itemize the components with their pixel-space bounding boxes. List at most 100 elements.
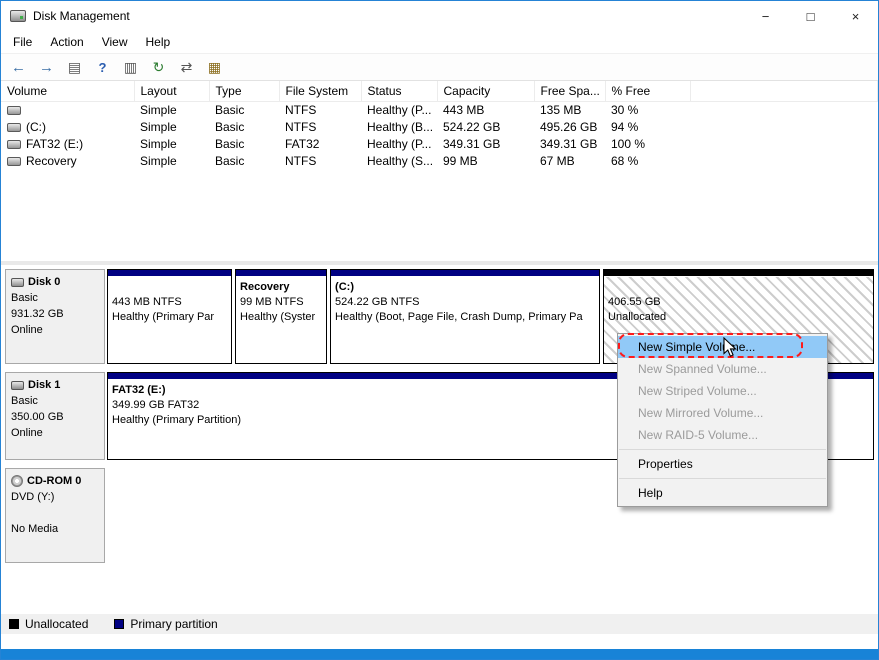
column-header-volume[interactable]: Volume xyxy=(1,81,135,102)
forward-icon[interactable]: → xyxy=(36,57,57,78)
rescan-disks-icon[interactable]: ⇄ xyxy=(176,57,197,78)
cell-type: Basic xyxy=(215,136,245,151)
partition-recovery[interactable]: Recovery 99 MB NTFS Healthy (Syster xyxy=(235,269,328,364)
volume-row[interactable]: FAT32 (E:) Simple Basic FAT32 Healthy (P… xyxy=(1,135,878,152)
unallocated-swatch xyxy=(9,619,19,629)
refresh-icon[interactable]: ↻ xyxy=(148,57,169,78)
menu-item-properties[interactable]: Properties xyxy=(618,453,827,475)
minimize-button[interactable]: − xyxy=(743,1,788,31)
menu-file[interactable]: File xyxy=(4,33,41,51)
disk-status: Online xyxy=(11,324,43,336)
cell-capacity: 524.22 GB xyxy=(443,119,501,134)
cell-status: Healthy (P... xyxy=(367,102,432,117)
partition-443mb[interactable]: 443 MB NTFS Healthy (Primary Par xyxy=(107,269,233,364)
cell-free-space: 349.31 GB xyxy=(540,136,598,151)
menu-item-new-mirrored-volume: New Mirrored Volume... xyxy=(638,406,764,420)
disk-type: Basic xyxy=(11,292,38,304)
cell-free-space: 67 MB xyxy=(540,153,575,168)
cell-type: Basic xyxy=(215,119,245,134)
menu-item-new-raid5-volume: New RAID-5 Volume... xyxy=(638,428,759,442)
help-icon[interactable]: ? xyxy=(92,57,113,78)
bottom-spacer xyxy=(1,634,878,649)
volume-drive-icon xyxy=(7,122,21,132)
cell-status: Healthy (P... xyxy=(367,136,432,151)
cell-capacity: 99 MB xyxy=(443,153,478,168)
cd-drive-letter: DVD (Y:) xyxy=(11,491,55,503)
volume-row[interactable]: Recovery Simple Basic NTFS Healthy (S...… xyxy=(1,152,878,169)
partition-color-bar xyxy=(604,270,873,277)
partition-color-bar xyxy=(236,270,327,277)
cell-file-system: NTFS xyxy=(285,119,317,134)
cell-status: Healthy (S... xyxy=(367,153,434,168)
cell-volume: (C:) xyxy=(1,118,134,135)
window-title: Disk Management xyxy=(33,9,130,23)
cell-file-system: NTFS xyxy=(285,102,317,117)
column-header-file-system[interactable]: File System xyxy=(279,81,362,102)
primary-partition-swatch xyxy=(114,619,125,629)
menu-item-new-spanned-volume: New Spanned Volume... xyxy=(638,362,767,376)
legend-bar: Unallocated Primary partition xyxy=(1,614,878,634)
cd-media-status: No Media xyxy=(11,523,59,535)
show-action-pane-icon[interactable]: ▥ xyxy=(120,57,141,78)
menu-separator xyxy=(619,478,826,479)
disk-size: 931.32 GB xyxy=(11,308,64,320)
menu-item-new-simple-volume[interactable]: New Simple Volume... xyxy=(618,336,827,358)
volume-list-pane: Volume Layout Type File System Status Ca… xyxy=(1,81,878,261)
menu-view[interactable]: View xyxy=(93,33,137,51)
cd-rom-0-panel[interactable]: CD-ROM 0 DVD (Y:) No Media xyxy=(5,468,105,563)
cell-pct-free: 68 % xyxy=(611,153,639,168)
cell-layout: Simple xyxy=(140,136,177,151)
partition-color-bar xyxy=(108,270,232,277)
menu-action[interactable]: Action xyxy=(41,33,92,51)
column-header-pct-free[interactable]: % Free xyxy=(605,81,691,102)
disk-1-panel[interactable]: Disk 1 Basic 350.00 GB Online xyxy=(5,372,105,460)
cell-pct-free: 100 % xyxy=(611,136,646,151)
back-icon[interactable]: ← xyxy=(8,57,29,78)
window-bottom-border xyxy=(1,649,878,659)
menu-bar: File Action View Help xyxy=(1,31,878,53)
column-header-capacity[interactable]: Capacity xyxy=(437,81,535,102)
volume-row[interactable]: Simple Basic NTFS Healthy (P... 443 MB 1… xyxy=(1,101,878,118)
menu-help[interactable]: Help xyxy=(137,33,180,51)
cell-status: Healthy (B... xyxy=(367,119,434,134)
cell-volume: FAT32 (E:) xyxy=(1,135,134,152)
column-header-free-space[interactable]: Free Spa... xyxy=(534,81,606,102)
cell-capacity: 349.31 GB xyxy=(443,136,501,151)
cell-free-space: 495.26 GB xyxy=(540,119,598,134)
legend-primary-partition: Primary partition xyxy=(114,617,218,631)
title-bar: Disk Management − □ × xyxy=(1,1,878,31)
cell-type: Basic xyxy=(215,153,245,168)
export-list-icon[interactable]: ▦ xyxy=(204,57,225,78)
cell-file-system: NTFS xyxy=(285,153,317,168)
menu-separator xyxy=(619,449,826,450)
context-menu: New Simple Volume... New Spanned Volume.… xyxy=(617,333,828,507)
toolbar: ← → ▤ ? ▥ ↻ ⇄ ▦ xyxy=(1,53,878,81)
disk-icon xyxy=(11,380,24,390)
column-header-layout[interactable]: Layout xyxy=(134,81,210,102)
disk-status: Online xyxy=(11,427,43,439)
disk-0-panel[interactable]: Disk 0 Basic 931.32 GB Online xyxy=(5,269,105,364)
volume-row[interactable]: (C:) Simple Basic NTFS Healthy (B... 524… xyxy=(1,118,878,135)
volume-table-header: Volume Layout Type File System Status Ca… xyxy=(1,81,878,102)
show-console-tree-icon[interactable]: ▤ xyxy=(64,57,85,78)
menu-item-help[interactable]: Help xyxy=(618,482,827,504)
close-button[interactable]: × xyxy=(833,1,878,31)
menu-item-new-striped-volume: New Striped Volume... xyxy=(638,384,757,398)
cell-pct-free: 94 % xyxy=(611,119,639,134)
volume-drive-icon xyxy=(7,105,21,115)
partition-c-drive[interactable]: (C:) 524.22 GB NTFS Healthy (Boot, Page … xyxy=(330,269,601,364)
partition-color-bar xyxy=(331,270,600,277)
column-header-type[interactable]: Type xyxy=(209,81,280,102)
volume-table: Volume Layout Type File System Status Ca… xyxy=(1,81,878,169)
app-disk-icon xyxy=(10,10,26,22)
disk-management-window: Disk Management − □ × File Action View H… xyxy=(0,0,879,660)
cell-layout: Simple xyxy=(140,119,177,134)
maximize-button[interactable]: □ xyxy=(788,1,833,31)
disk-icon xyxy=(11,277,24,287)
cell-file-system: FAT32 xyxy=(285,136,320,151)
cell-capacity: 443 MB xyxy=(443,102,485,117)
cell-volume xyxy=(1,101,134,118)
cell-pct-free: 30 % xyxy=(611,102,639,117)
disk-size: 350.00 GB xyxy=(11,411,64,423)
column-header-status[interactable]: Status xyxy=(361,81,438,102)
